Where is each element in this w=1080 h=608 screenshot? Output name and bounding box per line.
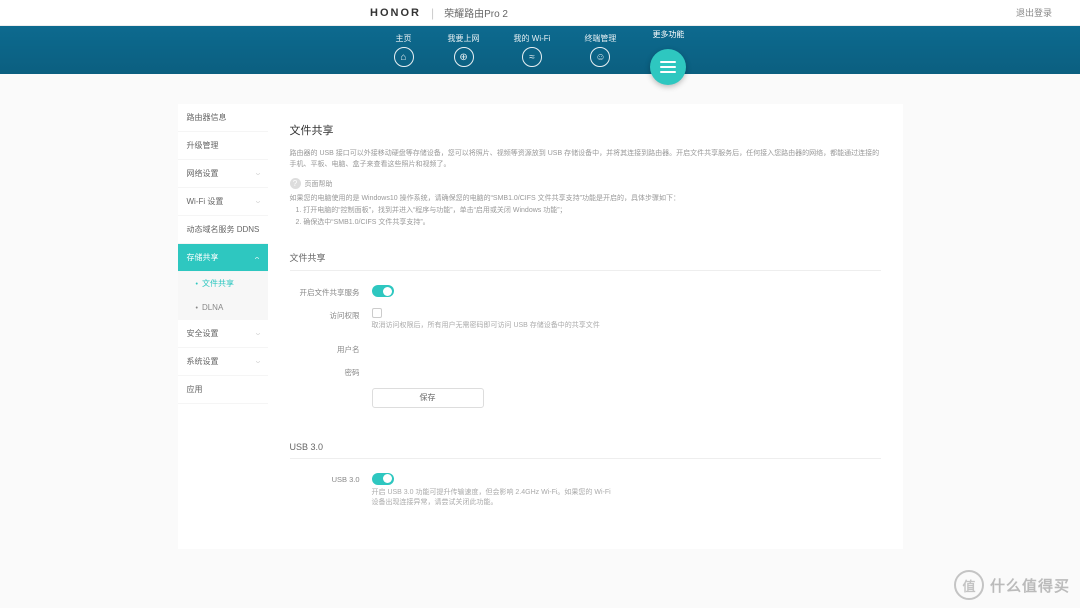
sidebar-item-apps[interactable]: 应用 — [178, 376, 268, 404]
brand-logo: HONOR — [370, 7, 421, 19]
top-nav: 主页 ⌂ 我要上网 ⊕ 我的 Wi-Fi ≈ 终端管理 ☺ 更多功能 — [0, 26, 1080, 74]
sidebar-item-storage[interactable]: 存储共享 — [178, 244, 268, 272]
nav-more[interactable]: 更多功能 — [650, 31, 686, 81]
sidebar-item-wifi[interactable]: Wi-Fi 设置 — [178, 188, 268, 216]
brand-separator: | — [431, 6, 434, 20]
sidebar: 路由器信息 升级管理 网络设置 Wi-Fi 设置 动态域名服务 DDNS 存储共… — [178, 104, 268, 549]
nav-terminal-label: 终端管理 — [584, 33, 616, 44]
help-text-3: 2. 确保选中“SMB1.0/CIFS 文件共享支持”。 — [290, 217, 881, 229]
usb3-label: USB 3.0 — [290, 473, 360, 484]
section-title-fileshare: 文件共享 — [290, 251, 881, 264]
brand-bar: HONOR | 荣耀路由Pro 2 退出登录 — [0, 0, 1080, 26]
nav-wifi-label: 我的 Wi-Fi — [514, 33, 551, 44]
nav-terminal[interactable]: 终端管理 ☺ — [584, 33, 616, 67]
page-title: 文件共享 — [290, 122, 881, 138]
logout-link[interactable]: 退出登录 — [1016, 6, 1052, 19]
access-label: 访问权限 — [290, 308, 360, 321]
nav-internet-label: 我要上网 — [448, 33, 480, 44]
nav-more-label: 更多功能 — [652, 29, 684, 40]
username-label: 用户名 — [290, 342, 360, 355]
nav-home[interactable]: 主页 ⌂ — [394, 33, 414, 67]
divider — [290, 458, 881, 459]
hamburger-icon — [660, 61, 676, 73]
enable-share-label: 开启文件共享服务 — [290, 285, 360, 298]
help-icon: ? — [290, 178, 301, 189]
sidebar-item-upgrade[interactable]: 升级管理 — [178, 132, 268, 160]
access-hint: 取消访问权限后，所有用户无需密码即可访问 USB 存储设备中的共享文件 — [372, 321, 600, 332]
sidebar-item-network[interactable]: 网络设置 — [178, 160, 268, 188]
brand-model: 荣耀路由Pro 2 — [444, 5, 508, 20]
password-label: 密码 — [290, 365, 360, 378]
hamburger-button[interactable] — [650, 49, 686, 85]
section-title-usb: USB 3.0 — [290, 442, 881, 452]
enable-share-toggle[interactable] — [372, 285, 394, 297]
divider — [290, 270, 881, 271]
sidebar-item-router-info[interactable]: 路由器信息 — [178, 104, 268, 132]
help-label: 页面帮助 — [305, 179, 333, 189]
page-description: 路由器的 USB 接口可以外接移动硬盘等存储设备，您可以将照片、视频等资源放到 … — [290, 148, 881, 170]
sidebar-item-system[interactable]: 系统设置 — [178, 348, 268, 376]
nav-internet[interactable]: 我要上网 ⊕ — [448, 33, 480, 67]
watermark: 值 什么值得买 — [954, 570, 1070, 600]
sidebar-sub-dlna[interactable]: DLNA — [178, 296, 268, 320]
user-icon: ☺ — [590, 47, 610, 67]
globe-icon: ⊕ — [454, 47, 474, 67]
nav-home-label: 主页 — [396, 33, 412, 44]
sidebar-sub-fileshare[interactable]: 文件共享 — [178, 272, 268, 296]
access-checkbox[interactable] — [372, 308, 382, 318]
usb3-toggle[interactable] — [372, 473, 394, 485]
usb3-hint: 开启 USB 3.0 功能可提升传输速度，但会影响 2.4GHz Wi-Fi。如… — [372, 488, 612, 509]
nav-wifi[interactable]: 我的 Wi-Fi ≈ — [514, 33, 551, 67]
content-panel: 文件共享 路由器的 USB 接口可以外接移动硬盘等存储设备，您可以将照片、视频等… — [268, 104, 903, 549]
sidebar-item-security[interactable]: 安全设置 — [178, 320, 268, 348]
watermark-text: 什么值得买 — [990, 575, 1070, 596]
sidebar-item-ddns[interactable]: 动态域名服务 DDNS — [178, 216, 268, 244]
watermark-badge: 值 — [954, 570, 984, 600]
home-icon: ⌂ — [394, 47, 414, 67]
help-text-1: 如果您的电脑使用的是 Windows10 操作系统，请确保您的电脑的“SMB1.… — [290, 193, 881, 205]
save-button[interactable]: 保存 — [372, 388, 484, 408]
help-text-2: 1. 打开电脑的“控制面板”，找到并进入“程序与功能”，单击“启用或关闭 Win… — [290, 205, 881, 217]
wifi-icon: ≈ — [522, 47, 542, 67]
